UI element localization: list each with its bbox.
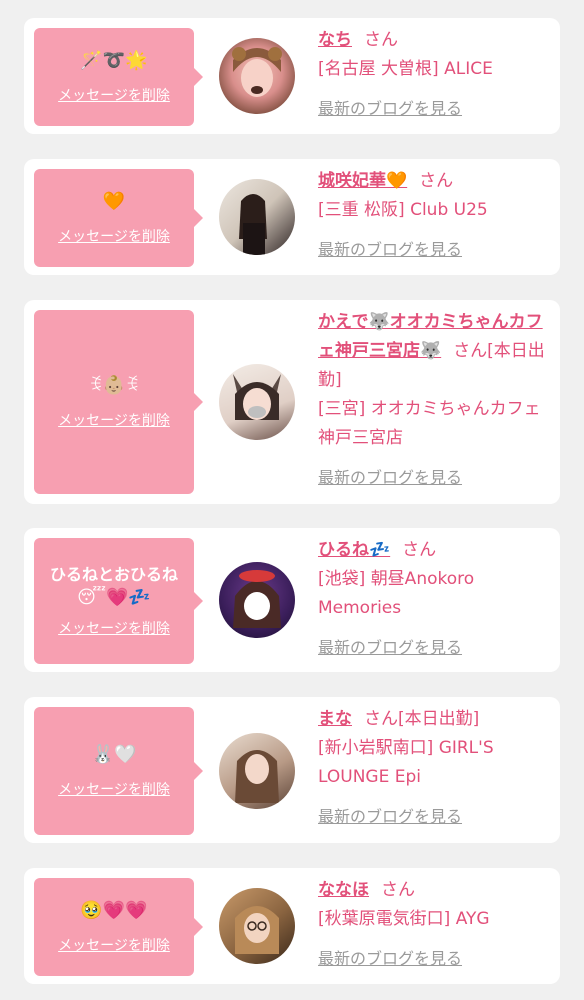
name-link[interactable]: なち (318, 30, 352, 50)
name-line: かえで🐺オオカミちゃんカフェ神戸三宮店🐺 さん[本日出勤] (318, 308, 550, 395)
message-text: 🐰🤍 (91, 744, 137, 765)
name-link[interactable]: ひるね💤 (318, 540, 390, 560)
profile-info: ななほ さん [秋葉原電気街口] AYG 最新のブログを見る (318, 876, 550, 973)
delete-message-link[interactable]: メッセージを削除 (58, 618, 170, 638)
shop-line: [池袋] 朝昼Anokoro Memories (318, 569, 475, 618)
delete-message-link[interactable]: メッセージを削除 (58, 410, 170, 430)
name-line: まな さん[本日出勤] (318, 705, 550, 734)
avatar-photo (235, 750, 279, 803)
shop-line: [三宮] オオカミちゃんカフェ神戸三宮店 (318, 399, 541, 448)
honorific: さん (364, 30, 398, 50)
shop-name: Club U25 (410, 200, 488, 220)
latest-blog-link[interactable]: 最新のブログを見る (318, 463, 550, 492)
message-text: 🧡 (102, 191, 126, 212)
latest-blog-link[interactable]: 最新のブログを見る (318, 802, 550, 831)
latest-blog-link[interactable]: 最新のブログを見る (318, 944, 550, 973)
delete-message-link[interactable]: メッセージを削除 (58, 935, 170, 955)
profile-info: なち さん [名古屋 大曽根] ALICE 最新のブログを見る (318, 26, 550, 123)
message-bubble: 🥹💗💗 メッセージを削除 (34, 878, 194, 976)
honorific: さん (419, 171, 454, 191)
shop-line: [名古屋 大曽根] ALICE (318, 59, 493, 79)
profile-info: 城咲妃華🧡 さん [三重 松阪] Club U25 最新のブログを見る (318, 167, 550, 264)
name-link[interactable]: まな (318, 709, 352, 729)
honorific: さん (402, 540, 437, 560)
delete-message-link[interactable]: メッセージを削除 (58, 226, 170, 246)
shop-area: 三重 松阪 (324, 200, 399, 220)
favorite-card: ꉂ👶🏼ꉂ メッセージを削除 かえで🐺オオカミちゃんカフェ神戸三宮店🐺 さん[本日出… (24, 300, 560, 504)
favorites-list: 🪄➰🌟 メッセージを削除 なち さん [名古屋 大曽根] ALICE 最新のブログ… (0, 0, 584, 1000)
shop-name: ALICE (444, 59, 493, 79)
name-line: ななほ さん (318, 876, 550, 905)
latest-blog-link[interactable]: 最新のブログを見る (318, 94, 550, 123)
shop-area: 名古屋 大曽根 (324, 59, 433, 79)
avatar-photo (232, 47, 282, 97)
message-bubble: 🪄➰🌟 メッセージを削除 (34, 28, 194, 126)
profile-info: まな さん[本日出勤] [新小岩駅南口] GIRL'S LOUNGE Epi 最新… (318, 705, 550, 831)
profile-info: かえで🐺オオカミちゃんカフェ神戸三宮店🐺 さん[本日出勤] [三宮] オオカミちゃ… (318, 308, 550, 492)
shop-name: AYG (455, 909, 490, 929)
name-line: なち さん (318, 26, 550, 55)
shop-line: [秋葉原電気街口] AYG (318, 909, 490, 929)
avatar-photo (239, 194, 267, 255)
shop-area: 三宮 (324, 399, 359, 419)
delete-message-link[interactable]: メッセージを削除 (58, 85, 170, 105)
delete-message-link[interactable]: メッセージを削除 (58, 779, 170, 799)
message-text: 🪄➰🌟 (80, 50, 148, 71)
profile-info: ひるね💤 さん [池袋] 朝昼Anokoro Memories 最新のブログを見る (318, 536, 550, 662)
favorite-card: 🧡 メッセージを削除 城咲妃華🧡 さん [三重 松阪] Club U25 最新のブ… (24, 159, 560, 275)
name-line: 城咲妃華🧡 さん (318, 167, 550, 196)
name-link[interactable]: 城咲妃華🧡 (318, 171, 407, 191)
avatar-photo (233, 374, 281, 420)
favorite-card: 🪄➰🌟 メッセージを削除 なち さん [名古屋 大曽根] ALICE 最新のブログ… (24, 18, 560, 134)
name-line: ひるね💤 さん (318, 536, 550, 565)
message-bubble: 🧡 メッセージを削除 (34, 169, 194, 267)
message-bubble: 🐰🤍 メッセージを削除 (34, 707, 194, 835)
avatar[interactable] (219, 364, 295, 440)
avatar[interactable] (219, 562, 295, 638)
avatar[interactable] (219, 38, 295, 114)
shop-area: 池袋 (324, 569, 359, 589)
avatar[interactable] (219, 179, 295, 255)
honorific: さん (364, 709, 398, 729)
status-text: [本日出勤] (398, 709, 480, 729)
shop-area: 新小岩駅南口 (324, 738, 427, 758)
shop-area: 秋葉原電気街口 (324, 909, 444, 929)
message-bubble: ひるねとおひるね 😴💗💤 メッセージを削除 (34, 538, 194, 664)
name-link[interactable]: ななほ (318, 880, 369, 900)
message-emoji: 😴💗💤 (77, 587, 151, 608)
message-text: 🥹💗💗 (80, 900, 148, 921)
latest-blog-link[interactable]: 最新のブログを見る (318, 633, 550, 662)
latest-blog-link[interactable]: 最新のブログを見る (318, 235, 550, 264)
message-text: ꉂ👶🏼ꉂ (88, 375, 140, 396)
honorific: さん (381, 880, 415, 900)
favorite-card: ひるねとおひるね 😴💗💤 メッセージを削除 ひるね💤 さん [池袋] 朝昼Anok… (24, 528, 560, 672)
favorite-card: 🐰🤍 メッセージを削除 まな さん[本日出勤] [新小岩駅南口] GIRL'S L… (24, 697, 560, 843)
avatar[interactable] (219, 733, 295, 809)
favorite-card: 🥹💗💗 メッセージを削除 ななほ さん [秋葉原電気街口] AYG 最新のブログを… (24, 868, 560, 984)
shop-line: [三重 松阪] Club U25 (318, 200, 488, 220)
message-bubble: ꉂ👶🏼ꉂ メッセージを削除 (34, 310, 194, 494)
avatar-photo (235, 906, 279, 954)
avatar[interactable] (219, 888, 295, 964)
avatar-photo (233, 570, 281, 628)
shop-line: [新小岩駅南口] GIRL'S LOUNGE Epi (318, 738, 494, 787)
honorific: さん (453, 341, 488, 361)
message-text: ひるねとおひるね (49, 565, 178, 584)
